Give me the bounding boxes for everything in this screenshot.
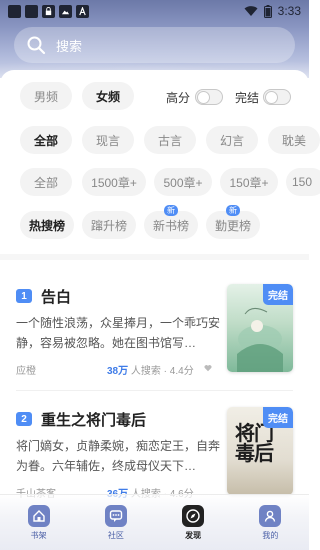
profile-icon [259,505,282,527]
book-cover[interactable]: 将门毒后 完结 [227,407,293,495]
cover-art-title: 将门毒后 [235,421,274,465]
new-badge: 新 [226,205,240,216]
search-input[interactable]: 搜索 [14,27,295,63]
nav-label: 书架 [30,531,47,540]
nav-bookshelf[interactable]: 书架 [0,495,77,550]
book-description: 一个随性浪荡，众星捧月，一个乖巧安静，容易被忽略。她在图书馆写… [16,316,221,350]
length-500-plus[interactable]: 500章+ [154,168,212,196]
category-modern-romance[interactable]: 现言 [82,126,134,154]
rank-tab-new-books[interactable]: 新 新书榜 [144,205,198,239]
nav-label: 社区 [107,531,124,540]
image-notification-icon [59,4,72,18]
category-fantasy-romance[interactable]: 幻言 [206,126,258,154]
category-danmei[interactable]: 耽美 [268,126,320,154]
tab-male[interactable]: 男频 [20,82,72,110]
nav-label: 我的 [262,531,279,540]
book-author: 应橙 [16,366,36,377]
book-stats: 38万 人搜索 · 4.4分 [107,362,194,377]
length-all[interactable]: 全部 [20,168,72,196]
heart-icon[interactable] [204,364,212,372]
length-more[interactable]: 150 [286,168,320,196]
book-title: 重生之将门毒后 [41,412,147,429]
rank-tab-label: 新书榜 [152,218,189,233]
bottom-nav: 书架 社区 发现 我的 [0,494,309,550]
length-150-plus[interactable]: 150章+ [220,168,278,196]
community-icon [104,505,127,527]
category-all[interactable]: 全部 [20,126,72,154]
rank-number: 1 [16,289,32,303]
completed-badge: 完结 [263,284,293,305]
font-notification-icon [76,4,89,18]
book-list-item[interactable]: 1 告白 一个随性浪荡，众星捧月，一个乖巧安静，容易被忽略。她在图书馆写… 应橙… [0,284,309,404]
nav-discover[interactable]: 发现 [155,495,232,550]
bookshelf-icon [27,505,50,527]
lock-notification-icon [42,4,55,18]
book-cover[interactable]: 完结 [227,284,293,372]
wifi-icon [244,6,258,16]
nav-profile[interactable]: 我的 [232,495,309,550]
app-notification-icon [8,4,21,18]
book-description: 将门嫡女，贞静柔婉，痴恋定王，自奔为眷。六年辅佐，终成母仪天下… [16,439,221,473]
book-title: 告白 [41,289,72,306]
search-placeholder: 搜索 [56,38,83,54]
discover-panel: 男频 女频 高分 完结 全部 现言 古言 幻言 耽美 全部 1500章+ 500… [0,70,320,550]
rank-number: 2 [16,412,32,426]
completed-badge: 完结 [263,407,293,428]
completed-toggle[interactable] [263,89,291,105]
app-notification-icon [25,4,38,18]
nav-community[interactable]: 社区 [77,495,154,550]
notification-icons [8,4,89,18]
high-score-label: 高分 [166,91,191,105]
status-bar: 3:33 [0,0,309,22]
length-1500-plus[interactable]: 1500章+ [82,168,146,196]
search-count: 38万 [107,366,129,377]
rank-tab-frequent-update[interactable]: 新 勤更榜 [206,205,260,239]
tab-female[interactable]: 女频 [82,82,134,110]
category-ancient-romance[interactable]: 古言 [144,126,196,154]
new-badge: 新 [164,205,178,216]
header-banner: 3:33 搜索 [0,0,309,78]
high-score-toggle[interactable] [195,89,223,105]
clock-time: 3:33 [277,4,301,18]
section-divider [0,254,309,260]
discover-icon [182,505,205,527]
rank-tab-hot-search[interactable]: 热搜榜 [20,211,74,239]
completed-label: 完结 [235,91,260,105]
search-suffix: 人搜索 · 4.4分 [130,366,194,377]
search-icon [27,36,46,55]
nav-label: 发现 [185,531,202,540]
list-separator [16,390,293,391]
rank-tab-rising[interactable]: 蹿升榜 [82,211,136,239]
battery-icon [263,4,272,18]
rank-tab-label: 勤更榜 [214,218,251,233]
